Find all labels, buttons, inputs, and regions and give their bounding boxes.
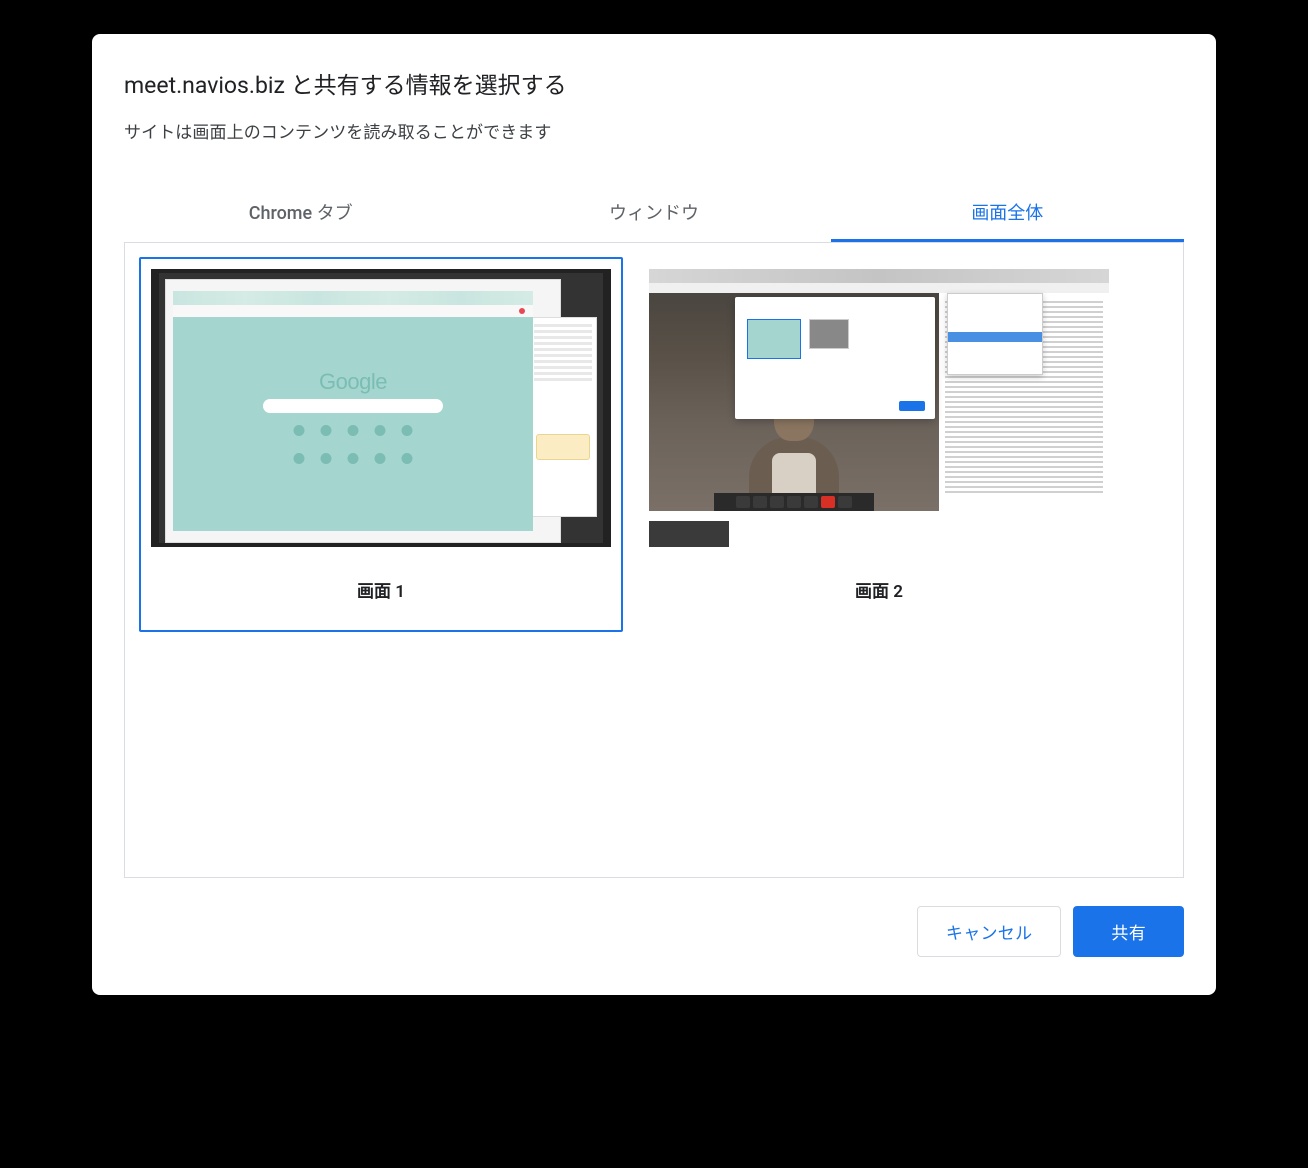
cancel-button[interactable]: キャンセル: [917, 906, 1062, 957]
source-tabs: Chrome タブ ウィンドウ 画面全体: [124, 185, 1184, 243]
screen-options-container: Google 画面 1: [124, 243, 1184, 878]
screen-thumbnail-2: [649, 269, 1109, 547]
google-logo: Google: [319, 369, 387, 395]
tab-window[interactable]: ウィンドウ: [477, 185, 830, 242]
tab-entire-screen[interactable]: 画面全体: [831, 185, 1184, 242]
screen-option-1[interactable]: Google 画面 1: [139, 257, 623, 632]
share-button[interactable]: 共有: [1073, 906, 1184, 957]
dialog-footer: キャンセル 共有: [92, 878, 1216, 995]
screen-label-1: 画面 1: [151, 577, 611, 602]
dialog-header: meet.navios.biz と共有する情報を選択する サイトは画面上のコンテ…: [92, 34, 1216, 161]
screen-option-2[interactable]: 画面 2: [637, 257, 1121, 632]
tab-chrome-tab[interactable]: Chrome タブ: [124, 185, 477, 242]
dialog-title: meet.navios.biz と共有する情報を選択する: [124, 66, 1184, 100]
screen-label-2: 画面 2: [649, 577, 1109, 602]
dialog-subtitle: サイトは画面上のコンテンツを読み取ることができます: [124, 118, 1184, 143]
screen-thumbnail-1: Google: [151, 269, 611, 547]
share-screen-dialog: meet.navios.biz と共有する情報を選択する サイトは画面上のコンテ…: [92, 34, 1216, 995]
